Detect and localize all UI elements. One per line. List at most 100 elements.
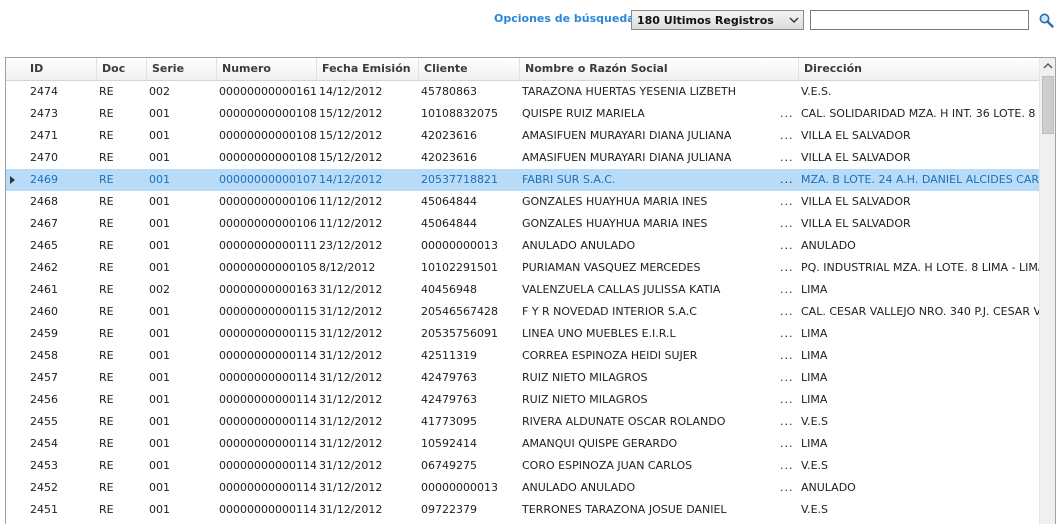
cell-id: 2460 [30,305,58,318]
cell-numero: 000000000001141 [219,503,316,516]
cell-cliente: 45064844 [421,195,477,208]
cell-overflow-ellipsis: ... [780,415,794,428]
cell-cliente: 45780863 [421,85,477,98]
cell-nombre: ANULADO ANULADO [522,481,636,494]
cell-direccion: ANULADO [801,239,856,252]
cell-serie: 001 [149,371,170,384]
cell-id: 2469 [30,173,58,186]
search-options-label: Opciones de búsqueda [494,12,635,25]
cell-direccion: CAL. CESAR VALLEJO NRO. 340 P.J. CESAR V… [801,305,1039,318]
table-row[interactable]: 2457 RE 001 000000000001147 31/12/2012 424797… [6,367,1039,389]
records-filter-dropdown[interactable]: 180 Ultimos Registros [631,10,804,30]
vertical-scrollbar[interactable] [1039,58,1056,524]
cell-nombre: F Y R NOVEDAD INTERIOR S.A.C [522,305,697,318]
cell-doc: RE [99,85,114,98]
table-row[interactable]: 2471 RE 001 000000000001084 15/12/2012 420236… [6,125,1039,147]
cell-id: 2465 [30,239,58,252]
cell-id: 2467 [30,217,58,230]
cell-overflow-ellipsis: ... [780,261,794,274]
cell-nombre: RUIZ NIETO MILAGROS [522,371,648,384]
search-input[interactable] [810,10,1029,30]
cell-direccion: LIMA [801,283,828,296]
cell-numero: 000000000001145 [219,415,316,428]
cell-direccion: V.E.S [801,503,829,516]
cell-serie: 001 [149,327,170,340]
cell-id: 2474 [30,85,58,98]
table-row[interactable]: 2458 RE 001 000000000001148 31/12/2012 425113… [6,345,1039,367]
cell-nombre: PURIAMAN VASQUEZ MERCEDES [522,261,701,274]
cell-id: 2451 [30,503,58,516]
cell-cliente: 09722379 [421,503,477,516]
cell-overflow-ellipsis: ... [780,239,794,252]
table-row[interactable]: 2469 RE 001 000000000001077 14/12/2012 205377… [6,169,1039,191]
cell-id: 2458 [30,349,58,362]
cell-cliente: 42023616 [421,151,477,164]
cell-fecha: 23/12/2012 [319,239,383,252]
table-row[interactable]: 2473 RE 001 000000000001085 15/12/2012 101088… [6,103,1039,125]
cell-numero: 000000000001152 [219,305,316,318]
table-row[interactable]: 2453 RE 001 000000000001143 31/12/2012 067492… [6,455,1039,477]
cell-overflow-ellipsis: ... [780,151,794,164]
column-header-doc[interactable]: Doc [96,58,146,80]
cell-id: 2473 [30,107,58,120]
cell-serie: 001 [149,305,170,318]
table-row[interactable]: 2467 RE 001 000000000001064 11/12/2012 450648… [6,213,1039,235]
cell-id: 2461 [30,283,58,296]
cell-overflow-ellipsis: ... [780,195,794,208]
column-header-serie[interactable]: Serie [146,58,216,80]
cell-doc: RE [99,371,114,384]
cell-overflow-ellipsis: ... [780,481,794,494]
cell-numero: 000000000001143 [219,459,316,472]
cell-overflow-ellipsis: ... [780,327,794,340]
chevron-up-icon[interactable] [1040,58,1056,75]
column-header-direccion[interactable]: Dirección [798,58,1039,80]
cell-direccion: VILLA EL SALVADOR [801,195,911,208]
cell-overflow-ellipsis: ... [780,349,794,362]
column-header-cliente[interactable]: Cliente [418,58,519,80]
cell-serie: 001 [149,173,170,186]
cell-serie: 001 [149,459,170,472]
table-row[interactable]: 2459 RE 001 000000000001151 31/12/2012 205357… [6,323,1039,345]
cell-direccion: V.E.S [801,415,829,428]
table-row[interactable]: 2452 RE 001 000000000001142 31/12/2012 000000… [6,477,1039,499]
table-row[interactable]: 2461 RE 002 000000000001633 31/12/2012 404569… [6,279,1039,301]
table-row[interactable]: 2454 RE 001 000000000001144 31/12/2012 105924… [6,433,1039,455]
table-row[interactable]: 2468 RE 001 000000000001065 11/12/2012 450648… [6,191,1039,213]
cell-direccion: LIMA [801,393,828,406]
cell-direccion: ANULADO [801,481,856,494]
column-header-nombre[interactable]: Nombre o Razón Social [519,58,798,80]
table-row[interactable]: 2462 RE 001 000000000001054 8/12/2012 1010229… [6,257,1039,279]
cell-fecha: 31/12/2012 [319,349,383,362]
table-row[interactable]: 2470 RE 001 000000000001083 15/12/2012 420236… [6,147,1039,169]
table-row[interactable]: 2451 RE 001 000000000001141 31/12/2012 097223… [6,499,1039,521]
table-row[interactable]: 2456 RE 001 000000000001146 31/12/2012 424797… [6,389,1039,411]
column-header-fecha-emision[interactable]: Fecha Emisión [316,58,418,80]
cell-doc: RE [99,107,114,120]
column-header-id[interactable]: ID [25,58,96,80]
cell-fecha: 31/12/2012 [319,327,383,340]
table-row[interactable]: 2460 RE 001 000000000001152 31/12/2012 205465… [6,301,1039,323]
cell-numero: 000000000001077 [219,173,316,186]
cell-cliente: 40456948 [421,283,477,296]
table-row[interactable]: 2465 RE 001 000000000001113 23/12/2012 000000… [6,235,1039,257]
cell-nombre: TARAZONA HUERTAS YESENIA LIZBETH [522,85,737,98]
magnifier-icon[interactable] [1038,12,1054,28]
cell-nombre: RUIZ NIETO MILAGROS [522,393,648,406]
cell-nombre: RIVERA ALDUNATE OSCAR ROLANDO [522,415,726,428]
cell-nombre: QUISPE RUIZ MARIELA [522,107,645,120]
cell-overflow-ellipsis: ... [780,129,794,142]
cell-numero: 000000000001083 [219,151,316,164]
cell-cliente: 00000000013 [421,481,498,494]
table-row[interactable]: 2474 RE 002 000000000001619 14/12/2012 457808… [6,81,1039,103]
records-grid[interactable]: ID Doc Serie Numero Fecha Emisión Client… [5,57,1056,524]
cell-numero: 000000000001146 [219,393,316,406]
cell-numero: 000000000001148 [219,349,316,362]
cell-nombre: AMANQUI QUISPE GERARDO [522,437,678,450]
table-row[interactable]: 2455 RE 001 000000000001145 31/12/2012 417730… [6,411,1039,433]
cell-serie: 001 [149,393,170,406]
cell-cliente: 20546567428 [421,305,498,318]
column-header-numero[interactable]: Numero [216,58,316,80]
cell-cliente: 20537718821 [421,173,498,186]
scrollbar-thumb[interactable] [1042,76,1054,134]
cell-serie: 001 [149,151,170,164]
